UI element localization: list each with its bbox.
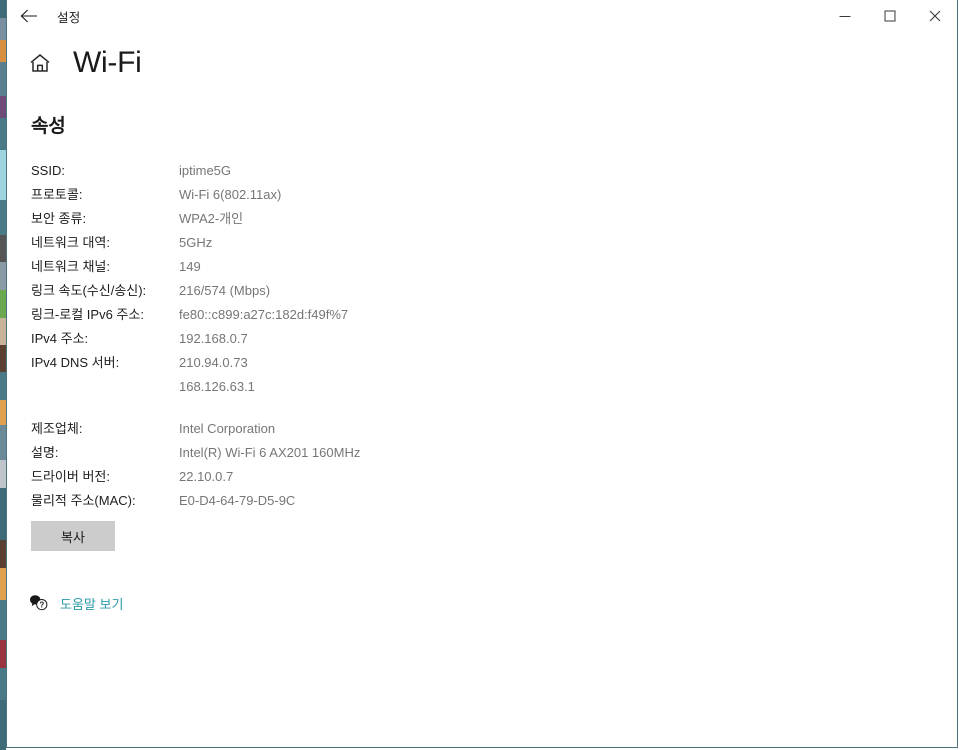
property-row: 링크-로컬 IPv6 주소: fe80::c899:a27c:182d:f49f…: [7, 303, 957, 327]
svg-text:?: ?: [39, 601, 44, 610]
app-title: 설정: [57, 10, 81, 25]
help-bubble-icon: ?: [29, 593, 49, 613]
home-icon[interactable]: [25, 48, 55, 78]
property-label: 드라이버 버전:: [31, 469, 110, 484]
minimize-button[interactable]: [822, 0, 867, 32]
maximize-button[interactable]: [867, 0, 912, 32]
property-label: 링크 속도(수신/송신):: [31, 283, 147, 298]
property-row: 보안 종류: WPA2-개인: [7, 207, 957, 231]
page-title: Wi-Fi: [73, 46, 142, 79]
properties-list: SSID: iptime5G 프로토콜: Wi-Fi 6(802.11ax) 보…: [7, 159, 957, 513]
back-arrow-icon: [20, 9, 38, 23]
property-label: IPv4 DNS 서버:: [31, 355, 120, 370]
property-label: SSID:: [31, 163, 65, 178]
property-row: 물리적 주소(MAC): E0-D4-64-79-D5-9C: [7, 489, 957, 513]
property-label: 물리적 주소(MAC):: [31, 493, 136, 508]
property-value: Intel(R) Wi-Fi 6 AX201 160MHz: [179, 445, 361, 460]
property-label: 프로토콜:: [31, 187, 83, 202]
property-row: 네트워크 대역: 5GHz: [7, 231, 957, 255]
property-row: 드라이버 버전: 22.10.0.7: [7, 465, 957, 489]
property-value: 22.10.0.7: [179, 469, 234, 484]
property-row: 설명: Intel(R) Wi-Fi 6 AX201 160MHz: [7, 441, 957, 465]
property-row: SSID: iptime5G: [7, 159, 957, 183]
help-row: ? 도움말 보기: [29, 593, 957, 613]
copy-button[interactable]: 복사: [31, 521, 115, 551]
property-value: WPA2-개인: [179, 211, 244, 226]
property-value: 149: [179, 259, 201, 274]
help-link[interactable]: 도움말 보기: [60, 594, 123, 613]
close-button[interactable]: [912, 0, 957, 32]
title-bar: 설정: [7, 0, 957, 32]
property-row: IPv4 DNS 서버: 210.94.0.73 168.126.63.1: [7, 351, 957, 399]
property-row: 네트워크 채널: 149: [7, 255, 957, 279]
back-button[interactable]: [7, 0, 51, 32]
property-label: 제조업체:: [31, 421, 83, 436]
property-value: Intel Corporation: [179, 421, 276, 436]
property-value: 216/574 (Mbps): [179, 283, 271, 298]
property-group: 제조업체: Intel Corporation 설명: Intel(R) Wi-…: [7, 417, 957, 513]
page-header: Wi-Fi: [25, 48, 957, 78]
property-value: E0-D4-64-79-D5-9C: [179, 493, 296, 508]
property-value: 5GHz: [179, 235, 213, 250]
property-value: 210.94.0.73 168.126.63.1: [179, 351, 255, 399]
property-value: 192.168.0.7: [179, 331, 248, 346]
property-label: 보안 종류:: [31, 211, 87, 226]
settings-window: 설정 Wi-Fi 속성 SSID: iptime5G 프로토콜: Wi-Fi 6…: [6, 0, 958, 748]
page-body: Wi-Fi 속성 SSID: iptime5G 프로토콜: Wi-Fi 6(80…: [7, 48, 957, 613]
property-value-line: 210.94.0.73: [179, 355, 248, 370]
property-value: fe80::c899:a27c:182d:f49f%7: [179, 307, 349, 322]
property-row: 프로토콜: Wi-Fi 6(802.11ax): [7, 183, 957, 207]
property-label: 링크-로컬 IPv6 주소:: [31, 307, 144, 322]
property-row: 링크 속도(수신/송신): 216/574 (Mbps): [7, 279, 957, 303]
property-label: 네트워크 채널:: [31, 259, 110, 274]
property-row: 제조업체: Intel Corporation: [7, 417, 957, 441]
property-label: IPv4 주소:: [31, 331, 89, 346]
property-value: iptime5G: [179, 163, 232, 178]
property-row: IPv4 주소: 192.168.0.7: [7, 327, 957, 351]
property-label: 네트워크 대역:: [31, 235, 110, 250]
property-value-line: 168.126.63.1: [179, 379, 255, 394]
property-group: SSID: iptime5G 프로토콜: Wi-Fi 6(802.11ax) 보…: [7, 159, 957, 399]
property-value: Wi-Fi 6(802.11ax): [179, 187, 282, 202]
property-label: 설명:: [31, 445, 59, 460]
window-controls: [822, 0, 957, 32]
section-title: 속성: [31, 116, 66, 137]
